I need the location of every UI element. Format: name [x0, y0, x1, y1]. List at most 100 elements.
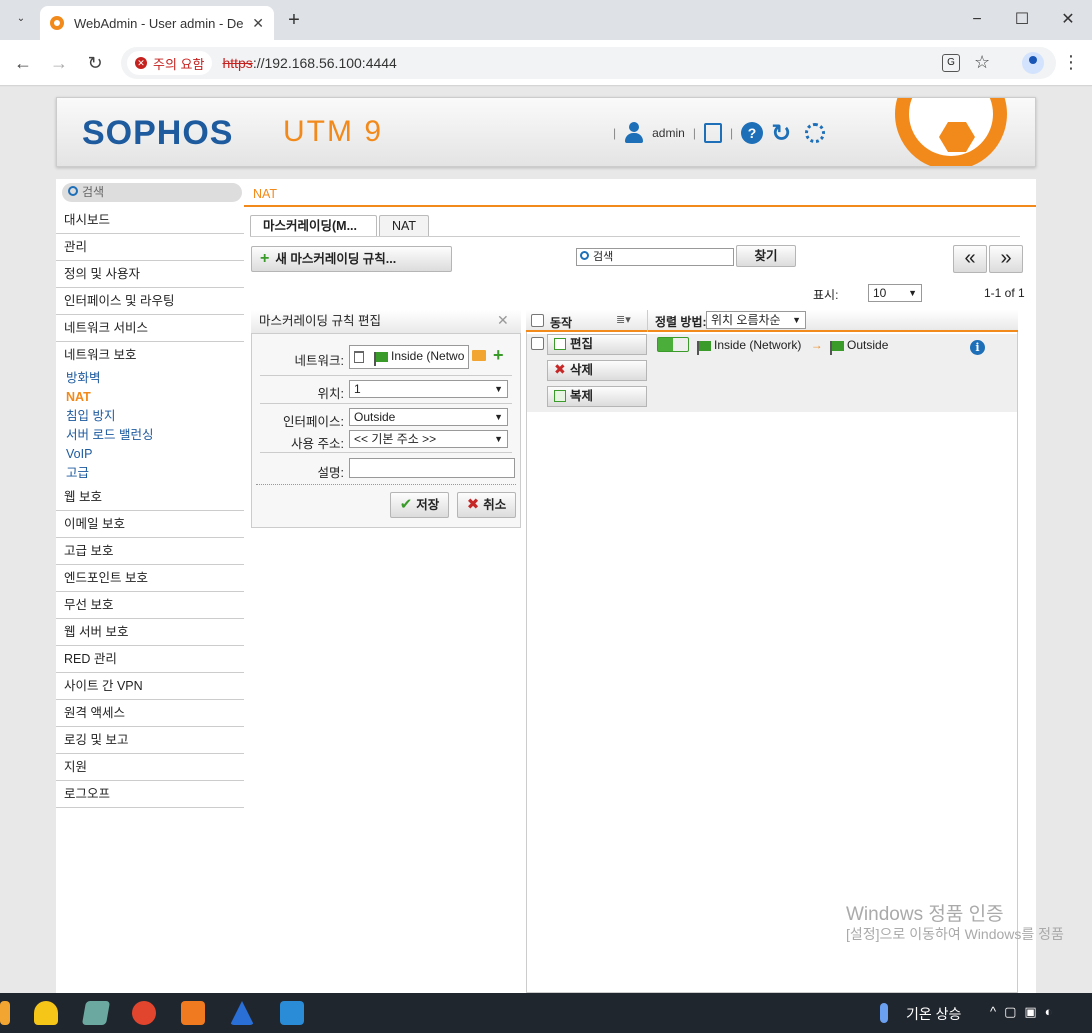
- submenu-load-balancing[interactable]: 서버 로드 밸런싱: [66, 426, 153, 445]
- translate-icon[interactable]: G: [942, 54, 960, 72]
- network-flag-icon: [374, 351, 388, 366]
- url-text[interactable]: https://192.168.56.100:4444: [222, 55, 396, 71]
- sidebar-item-web-protection[interactable]: 웹 보호: [56, 484, 244, 511]
- interface-value: Outside: [354, 410, 396, 424]
- network-label: 네트워크:: [294, 354, 344, 368]
- cancel-button[interactable]: ✖ 취소: [457, 492, 516, 518]
- sidebar-item-interfaces[interactable]: 인터페이스 및 라우팅: [56, 288, 244, 315]
- add-network-icon[interactable]: +: [493, 345, 504, 366]
- warning-icon: ✕: [135, 57, 147, 69]
- maximize-button[interactable]: ☐: [1010, 8, 1034, 32]
- sidebar-item-definitions[interactable]: 정의 및 사용자: [56, 261, 244, 288]
- sidebar-item-network-protection[interactable]: 네트워크 보호: [56, 342, 244, 369]
- browser-menu-icon[interactable]: ⋮: [1062, 52, 1080, 73]
- sidebar-item-wireless[interactable]: 무선 보호: [56, 592, 244, 619]
- taskbar-terminal-icon[interactable]: [181, 1001, 205, 1025]
- address-bar[interactable]: ✕ 주의 요함 https://192.168.56.100:4444: [121, 47, 1056, 79]
- edit-panel-title: 마스커레이딩 규칙 편집: [251, 310, 521, 334]
- column-menu-icon[interactable]: ≣▾: [616, 313, 631, 326]
- tab-search-icon[interactable]: ⌄: [10, 8, 32, 30]
- taskbar-weather[interactable]: 기온 상승: [906, 1004, 961, 1024]
- close-window-button[interactable]: ✕: [1056, 8, 1080, 32]
- new-rule-label: 새 마스커레이딩 규칙...: [275, 252, 397, 266]
- search-icon: [580, 251, 589, 260]
- row-checkbox[interactable]: [531, 337, 544, 350]
- save-button[interactable]: ✔ 저장: [390, 492, 449, 518]
- taskbar-app-icon[interactable]: [0, 1001, 10, 1025]
- taskbar-explorer-icon[interactable]: [34, 1001, 58, 1025]
- sidebar-item-support[interactable]: 지원: [56, 754, 244, 781]
- delete-button[interactable]: ✖ 삭제: [547, 360, 647, 381]
- display-label: 표시:: [813, 288, 839, 302]
- clone-label: 복제: [570, 389, 594, 403]
- header-tools: | admin | | ? ↻: [613, 119, 826, 148]
- system-tray-icons[interactable]: ^▢▣◐: [990, 1004, 1061, 1020]
- find-button[interactable]: 찾기: [736, 245, 796, 267]
- select-all-checkbox[interactable]: [531, 314, 544, 327]
- forward-button[interactable]: →: [46, 50, 72, 76]
- profile-avatar[interactable]: [1022, 52, 1044, 74]
- sort-label: 정렬 방법:: [655, 315, 707, 329]
- check-icon: ✔: [399, 496, 413, 513]
- breadcrumb: NAT: [244, 183, 1036, 207]
- submenu-voip[interactable]: VoIP: [66, 445, 92, 464]
- taskbar-notes-icon[interactable]: [81, 1001, 111, 1025]
- refresh-icon[interactable]: ↻: [771, 119, 791, 148]
- submenu-advanced[interactable]: 고급: [66, 464, 89, 483]
- taskbar-photos-icon[interactable]: [280, 1001, 304, 1025]
- sidebar-item-site-vpn[interactable]: 사이트 간 VPN: [56, 673, 244, 700]
- browser-tab[interactable]: WebAdmin - User admin - De ✕: [40, 6, 274, 40]
- sidebar-item-management[interactable]: 관리: [56, 234, 244, 261]
- edit-button[interactable]: 편집: [547, 334, 647, 355]
- sidebar-item-dashboard[interactable]: 대시보드: [56, 207, 244, 234]
- info-icon[interactable]: i: [970, 340, 985, 355]
- address-select[interactable]: << 기본 주소 >>: [349, 430, 508, 448]
- sidebar-item-network-services[interactable]: 네트워크 서비스: [56, 315, 244, 342]
- reload-button[interactable]: ↻: [82, 50, 108, 76]
- page-prev-button[interactable]: «: [953, 245, 987, 273]
- submenu-firewall[interactable]: 방화벽: [66, 369, 101, 388]
- tab-close-icon[interactable]: ✕: [252, 15, 264, 32]
- sidebar-item-red[interactable]: RED 관리: [56, 646, 244, 673]
- comment-input[interactable]: [349, 458, 515, 478]
- sidebar-item-logging[interactable]: 로깅 및 보고: [56, 727, 244, 754]
- submenu-nat[interactable]: NAT: [66, 388, 91, 407]
- network-value: Inside (Netwo: [391, 349, 465, 363]
- network-field[interactable]: Inside (Netwo: [349, 345, 469, 369]
- help-icon[interactable]: ?: [741, 122, 764, 144]
- bookmark-star-icon[interactable]: ☆: [974, 52, 990, 73]
- new-rule-button[interactable]: + 새 마스커레이딩 규칙...: [251, 246, 452, 272]
- clipboard-icon[interactable]: [703, 123, 722, 143]
- folder-icon[interactable]: [472, 350, 486, 361]
- sort-select[interactable]: 위치 오름차순: [706, 311, 806, 329]
- minimize-button[interactable]: −: [965, 8, 989, 32]
- sidebar-item-advanced-protection[interactable]: 고급 보호: [56, 538, 244, 565]
- rule-description[interactable]: Inside (Network) → Outside: [697, 338, 888, 355]
- close-icon[interactable]: ✕: [497, 312, 509, 329]
- brand-logo: SOPHOS: [82, 114, 234, 152]
- sidebar-search-input[interactable]: 검색: [62, 183, 242, 202]
- new-tab-button[interactable]: +: [282, 8, 306, 32]
- sidebar-item-logout[interactable]: 로그오프: [56, 781, 244, 808]
- interface-select[interactable]: Outside: [349, 408, 508, 426]
- username[interactable]: admin: [652, 126, 685, 140]
- tab-nat[interactable]: NAT: [379, 215, 429, 237]
- rule-search-input[interactable]: 검색: [576, 248, 734, 266]
- position-select[interactable]: 1: [349, 380, 508, 398]
- tab-masquerading[interactable]: 마스커레이딩(M...: [250, 215, 377, 237]
- page-next-button[interactable]: »: [989, 245, 1023, 273]
- clone-icon: [554, 390, 566, 402]
- page-size-select[interactable]: 10: [868, 284, 922, 302]
- back-button[interactable]: ←: [10, 50, 36, 76]
- submenu-ips[interactable]: 침입 방지: [66, 407, 115, 426]
- sidebar-item-remote-access[interactable]: 원격 액세스: [56, 700, 244, 727]
- rule-enable-toggle[interactable]: [657, 337, 689, 352]
- security-warning-chip[interactable]: ✕ 주의 요함: [127, 51, 213, 75]
- trash-icon[interactable]: [354, 350, 364, 363]
- sidebar-search-placeholder: 검색: [82, 185, 105, 199]
- sidebar-item-email-protection[interactable]: 이메일 보호: [56, 511, 244, 538]
- sidebar-item-endpoint[interactable]: 엔드포인트 보호: [56, 565, 244, 592]
- clone-button[interactable]: 복제: [547, 386, 647, 407]
- taskbar-browser-icon[interactable]: [132, 1001, 156, 1025]
- sidebar-item-webserver[interactable]: 웹 서버 보호: [56, 619, 244, 646]
